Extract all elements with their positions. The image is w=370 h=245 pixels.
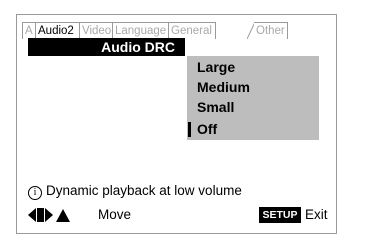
help-text: Dynamic playback at low volume [46, 183, 242, 198]
setting-label-audio-drc[interactable]: Audio DRC [28, 38, 175, 56]
move-label: Move [98, 207, 132, 222]
tab-other[interactable]: Other [254, 22, 288, 39]
tab-audio1[interactable]: A [22, 22, 36, 39]
option-medium[interactable]: Medium [197, 77, 250, 97]
exit-label: Exit [305, 207, 328, 222]
info-icon: i [28, 186, 42, 200]
tab-video[interactable]: Video [79, 22, 113, 39]
tab-audio2[interactable]: Audio2 [35, 22, 80, 39]
option-large[interactable]: Large [197, 57, 235, 77]
option-off[interactable]: Off [197, 119, 217, 139]
tab-general[interactable]: General [168, 22, 216, 39]
footer: Move SETUP Exit [28, 205, 328, 225]
tab-language[interactable]: Language [112, 22, 169, 39]
option-small[interactable]: Small [197, 97, 234, 117]
setup-button[interactable]: SETUP [259, 207, 301, 223]
arrow-keys-icon [28, 208, 70, 222]
help-line: i Dynamic playback at low volume [28, 183, 242, 200]
selection-cursor [188, 122, 191, 137]
